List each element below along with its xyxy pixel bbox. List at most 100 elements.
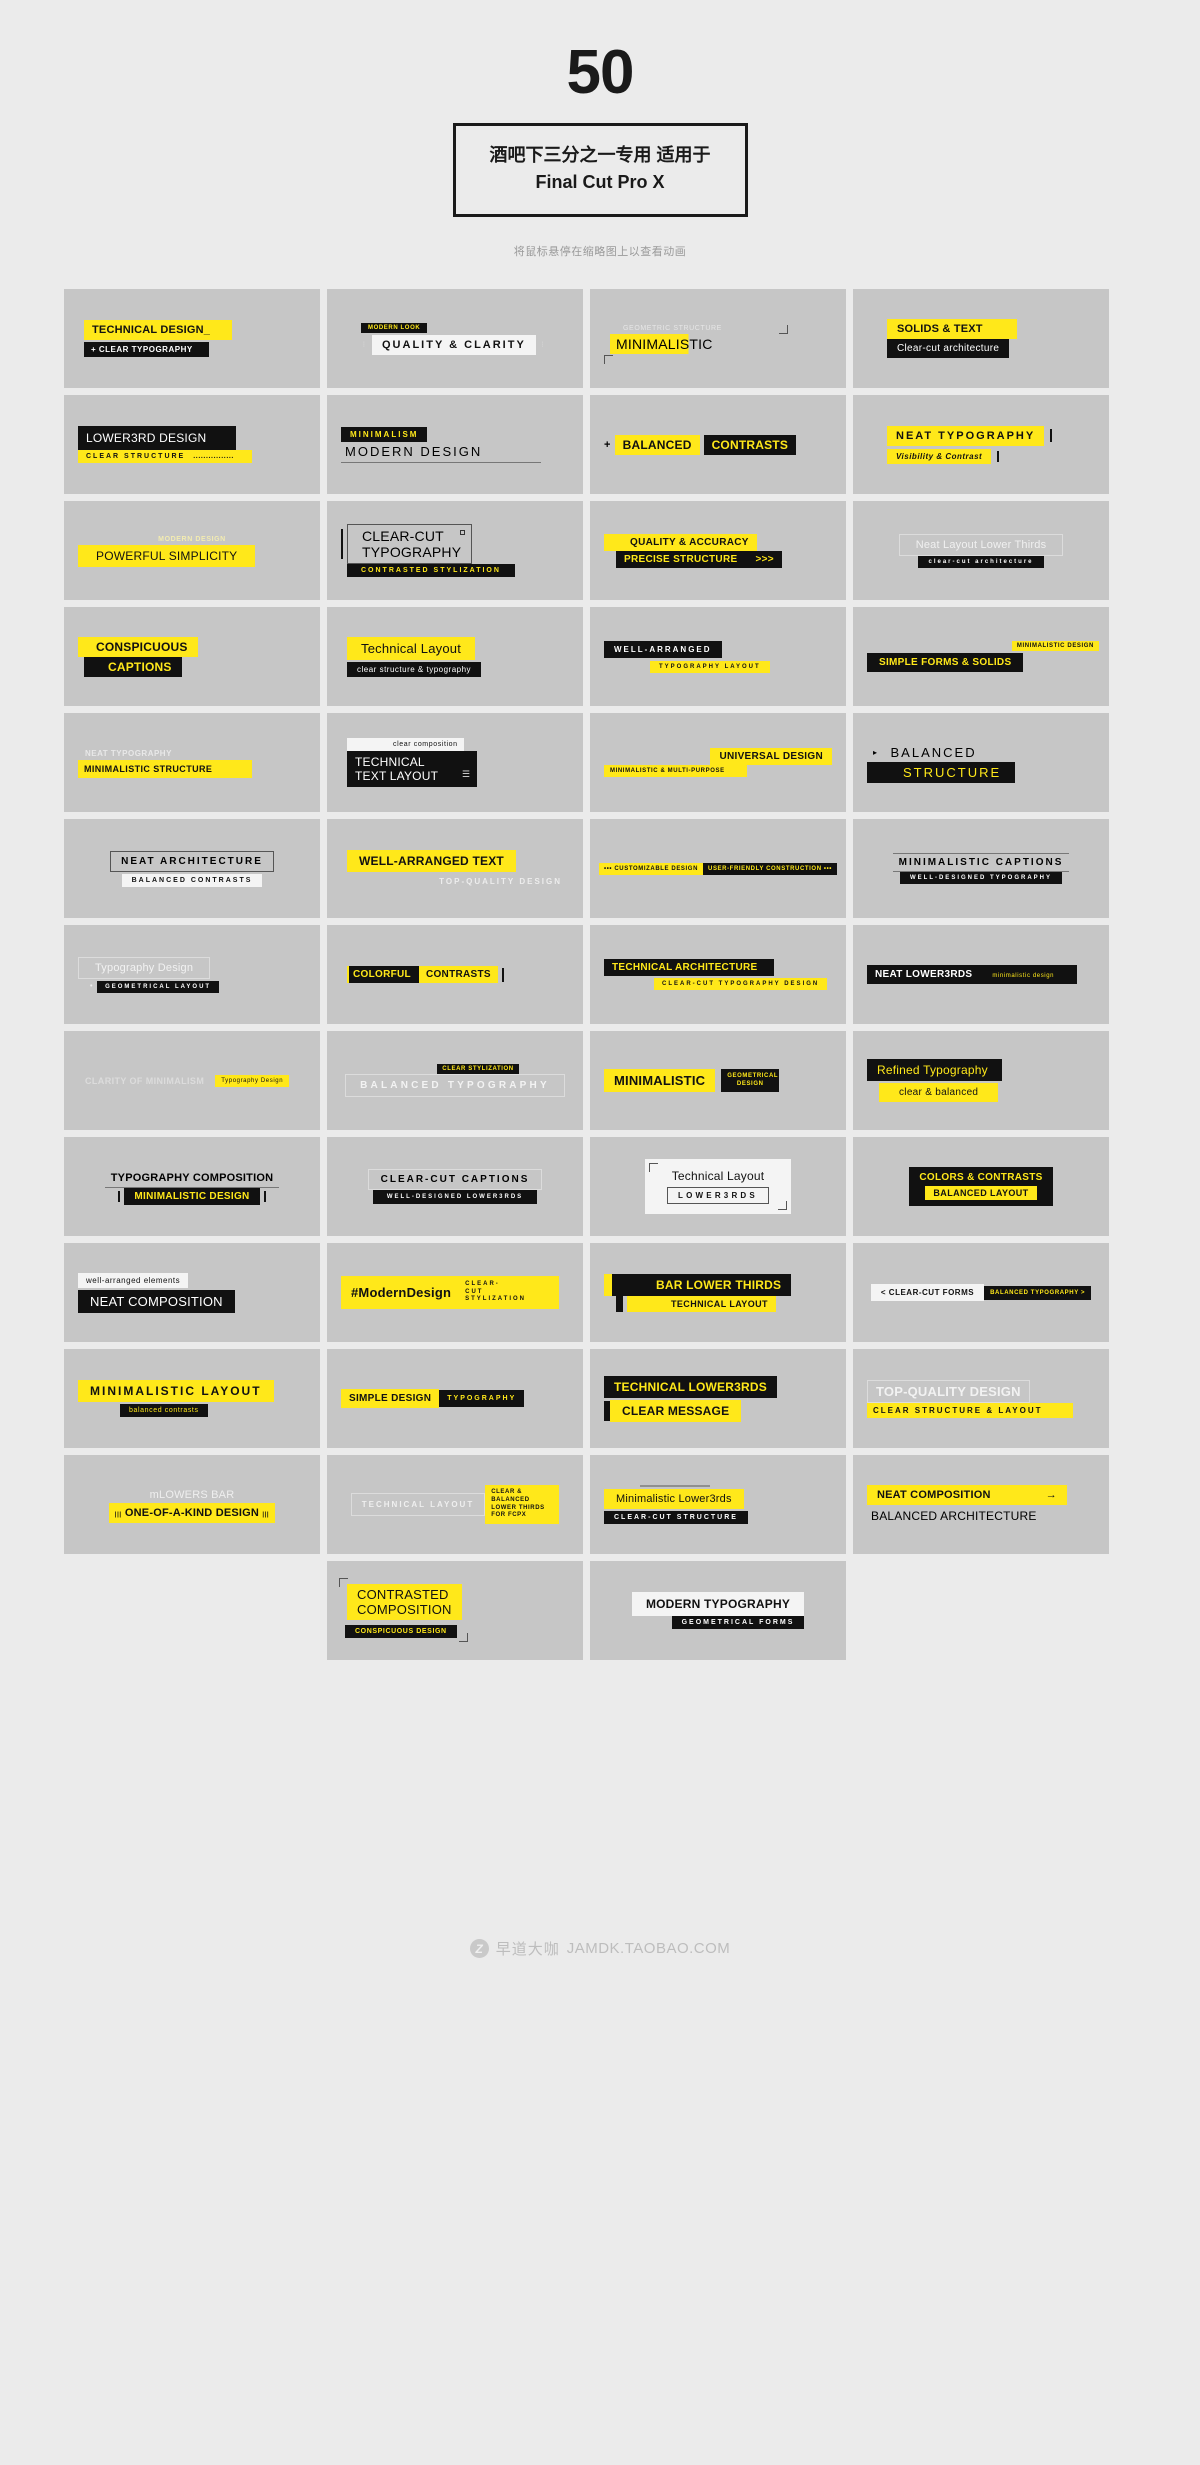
template-card[interactable]: LOWER3RD DESIGN CLEAR STRUCTURE.........… bbox=[64, 395, 320, 495]
template-card[interactable]: Typography Design • GEOMETRICAL LAYOUT bbox=[64, 925, 320, 1025]
template-card[interactable]: NEAT TYPOGRAPHY Visibility & Contrast bbox=[853, 395, 1109, 495]
template-card[interactable]: MINIMALISM MODERN DESIGN bbox=[327, 395, 583, 495]
template-card[interactable]: Refined Typography clear & balanced bbox=[853, 1031, 1109, 1131]
card-6-line-1: MINIMALISM bbox=[341, 426, 428, 442]
card-28-line-1: NEAT LOWER3RDS bbox=[875, 969, 973, 981]
template-card[interactable]: TOP-QUALITY DESIGN CLEAR STRUCTURE & LAY… bbox=[853, 1349, 1109, 1449]
template-card[interactable]: CLARITY OF MINIMALISM Typography Design bbox=[64, 1031, 320, 1131]
template-card[interactable]: well-arranged elements NEAT COMPOSITION bbox=[64, 1243, 320, 1343]
card-21-line-2: BALANCED CONTRASTS bbox=[121, 873, 263, 887]
template-card[interactable]: GEOMETRIC STRUCTURE MINIMALISTIC bbox=[590, 289, 846, 389]
template-card[interactable]: MODERN TYPOGRAPHY GEOMETRICAL FORMS bbox=[590, 1561, 846, 1661]
card-23-line-1: CUSTOMIZABLE DESIGN bbox=[614, 865, 699, 872]
card-48-line-1: NEAT COMPOSITION bbox=[877, 1488, 991, 1501]
template-card[interactable]: NEAT TYPOGRAPHY MINIMALISTIC STRUCTURE bbox=[64, 713, 320, 813]
template-card[interactable]: SIMPLE DESIGN TYPOGRAPHY bbox=[327, 1349, 583, 1449]
card-41-line-2: balanced contrasts bbox=[120, 1404, 208, 1418]
template-card[interactable]: WELL-ARRANGED TEXT TOP-QUALITY DESIGN bbox=[327, 819, 583, 919]
template-card[interactable]: QUALITY & ACCURACY PRECISE STRUCTURE >>> bbox=[590, 501, 846, 601]
card-8-line-1: NEAT TYPOGRAPHY bbox=[887, 425, 1045, 446]
template-card[interactable]: Technical Layout LOWER3RDS bbox=[590, 1137, 846, 1237]
template-card[interactable]: clear composition TECHNICAL TEXT LAYOUT … bbox=[327, 713, 583, 813]
template-card[interactable]: TYPOGRAPHY COMPOSITION MINIMALISTIC DESI… bbox=[64, 1137, 320, 1237]
card-5-line-3: ................ bbox=[193, 450, 252, 464]
template-card[interactable]: SOLIDS & TEXT Clear-cut architecture bbox=[853, 289, 1109, 389]
card-33-line-2: MINIMALISTIC DESIGN bbox=[124, 1187, 260, 1205]
template-card[interactable]: + BALANCED CONTRASTS bbox=[590, 395, 846, 495]
template-card[interactable]: Neat Layout Lower Thirds clear-cut archi… bbox=[853, 501, 1109, 601]
template-card[interactable]: BAR LOWER THIRDS TECHNICAL LAYOUT bbox=[590, 1243, 846, 1343]
card-49-line-1: CONTRASTED bbox=[357, 1586, 449, 1602]
template-card[interactable]: MODERN DESIGN POWERFUL SIMPLICITY bbox=[64, 501, 320, 601]
template-card[interactable]: MINIMALISTIC LAYOUT balanced contrasts bbox=[64, 1349, 320, 1449]
card-4-line-2: Clear-cut architecture bbox=[887, 339, 1010, 359]
template-card[interactable]: TECHNICAL ARCHITECTURE CLEAR-CUT TYPOGRA… bbox=[590, 925, 846, 1025]
card-44-line-1: TOP-QUALITY DESIGN bbox=[867, 1379, 1030, 1403]
template-card[interactable]: CONTRASTED COMPOSITION CONSPICUOUS DESIG… bbox=[327, 1561, 583, 1661]
template-card[interactable]: mLOWERS BAR ||| ONE-OF-A-KIND DESIGN ||| bbox=[64, 1455, 320, 1555]
card-14-line-1: Technical Layout bbox=[347, 636, 476, 660]
card-38-line-2: CLEAR-CUT STYLIZATION bbox=[465, 1281, 527, 1303]
card-40-line-2: BALANCED TYPOGRAPHY > bbox=[984, 1285, 1092, 1300]
card-3-line-2: MINIMALISTIC bbox=[610, 334, 719, 355]
square-marker-icon bbox=[460, 530, 466, 536]
card-35-line-2: LOWER3RDS bbox=[667, 1187, 769, 1205]
watermark-logo-icon: Z bbox=[469, 1939, 489, 1958]
card-42-line-2: TYPOGRAPHY bbox=[439, 1390, 525, 1408]
card-47-line-2: CLEAR-CUT STRUCTURE bbox=[604, 1511, 748, 1525]
template-card[interactable]: Technical Layout clear structure & typog… bbox=[327, 607, 583, 707]
watermark: Z 早道大咖 JAMDK.TAOBAO.COM bbox=[0, 1938, 1200, 1959]
template-card[interactable]: MINIMALISTIC CAPTIONS WELL-DESIGNED TYPO… bbox=[853, 819, 1109, 919]
title-box: 酒吧下三分之一专用 适用于 Final Cut Pro X bbox=[452, 123, 748, 218]
card-12-line-1: Neat Layout Lower Thirds bbox=[898, 533, 1064, 556]
card-26-line-2: CONTRASTS bbox=[418, 966, 498, 984]
template-card[interactable]: CLEAR-CUT CAPTIONS WELL-DESIGNED LOWER3R… bbox=[327, 1137, 583, 1237]
card-43-line-2: CLEAR MESSAGE bbox=[610, 1399, 742, 1422]
template-card[interactable]: NEAT LOWER3RDS minimalistic design bbox=[853, 925, 1109, 1025]
card-45-line-1: mLOWERS BAR bbox=[149, 1488, 235, 1501]
card-10-line-2: TYPOGRAPHY bbox=[362, 544, 462, 561]
template-card[interactable]: MODERN LOOK ⋮ QUALITY & CLARITY ⋮ bbox=[327, 289, 583, 389]
template-card[interactable]: TECHNICAL LAYOUT CLEAR & BALANCED LOWER … bbox=[327, 1455, 583, 1555]
watermark-brand: 早道大咖 bbox=[495, 1941, 560, 1958]
template-card[interactable]: NEAT COMPOSITION → BALANCED ARCHITECTURE bbox=[853, 1455, 1109, 1555]
card-7-plus-icon: + bbox=[604, 438, 611, 451]
card-39-line-1: BAR LOWER THIRDS bbox=[612, 1273, 792, 1296]
template-card[interactable]: COLORFUL CONTRASTS bbox=[327, 925, 583, 1025]
template-card[interactable]: CLEAR STYLIZATION BALANCED TYPOGRAPHY bbox=[327, 1031, 583, 1131]
card-17-line-1: NEAT TYPOGRAPHY bbox=[85, 749, 172, 759]
template-card[interactable]: COLORS & CONTRASTS BALANCED LAYOUT bbox=[853, 1137, 1109, 1237]
card-31-line-1: MINIMALISTIC bbox=[604, 1069, 716, 1093]
template-card[interactable]: ••• CUSTOMIZABLE DESIGN USER-FRIENDLY CON… bbox=[590, 819, 846, 919]
template-card[interactable]: Minimalistic Lower3rds CLEAR-CUT STRUCTU… bbox=[590, 1455, 846, 1555]
card-16-line-1: MINIMALISTIC DESIGN bbox=[1011, 641, 1099, 652]
template-card[interactable]: TECHNICAL LOWER3RDS CLEAR MESSAGE bbox=[590, 1349, 846, 1449]
dot-marks-icon: ⋮ bbox=[539, 342, 547, 349]
template-card[interactable]: NEAT ARCHITECTURE BALANCED CONTRASTS bbox=[64, 819, 320, 919]
card-13-line-1: CONSPICUOUS bbox=[78, 636, 198, 657]
card-8-line-2: Visibility & Contrast bbox=[887, 448, 992, 464]
card-35-line-1: Technical Layout bbox=[671, 1169, 765, 1184]
card-32-line-2: clear & balanced bbox=[879, 1083, 999, 1103]
card-3-line-1: GEOMETRIC STRUCTURE bbox=[623, 325, 722, 333]
template-card[interactable]: < CLEAR-CUT FORMS BALANCED TYPOGRAPHY > bbox=[853, 1243, 1109, 1343]
card-9-line-1: MODERN DESIGN bbox=[158, 536, 226, 544]
template-card[interactable]: #ModernDesign CLEAR-CUT STYLIZATION bbox=[327, 1243, 583, 1343]
hover-hint: 将鼠标悬停在缩略图上以查看动画 bbox=[513, 246, 687, 259]
template-card[interactable]: CLEAR-CUT TYPOGRAPHY CONTRASTED STYLIZAT… bbox=[327, 501, 583, 601]
template-card[interactable]: ▸ BALANCED STRUCTURE bbox=[853, 713, 1109, 813]
template-card[interactable]: MINIMALISTIC DESIGN SIMPLE FORMS & SOLID… bbox=[853, 607, 1109, 707]
card-7-line-2: CONTRASTS bbox=[703, 434, 797, 455]
template-card[interactable]: UNIVERSAL DESIGN MINIMALISTIC & MULTI-PU… bbox=[590, 713, 846, 813]
card-45-line-3b: ||| bbox=[262, 1511, 270, 1518]
template-card[interactable]: MINIMALISTIC GEOMETRICAL DESIGN bbox=[590, 1031, 846, 1131]
card-37-line-1: well-arranged elements bbox=[78, 1272, 189, 1288]
card-49-line-2: COMPOSITION bbox=[357, 1601, 452, 1617]
card-17-line-2: MINIMALISTIC STRUCTURE bbox=[78, 760, 253, 779]
card-5-line-1: LOWER3RD DESIGN bbox=[78, 426, 237, 451]
template-card[interactable]: TECHNICAL DESIGN_ + CLEAR TYPOGRAPHY bbox=[64, 289, 320, 389]
template-card[interactable]: WELL-ARRANGED TYPOGRAPHY LAYOUT bbox=[590, 607, 846, 707]
card-40-line-1: < CLEAR-CUT FORMS bbox=[870, 1284, 985, 1302]
template-card[interactable]: CONSPICUOUS CAPTIONS bbox=[64, 607, 320, 707]
card-6-line-2: MODERN DESIGN bbox=[341, 442, 541, 463]
